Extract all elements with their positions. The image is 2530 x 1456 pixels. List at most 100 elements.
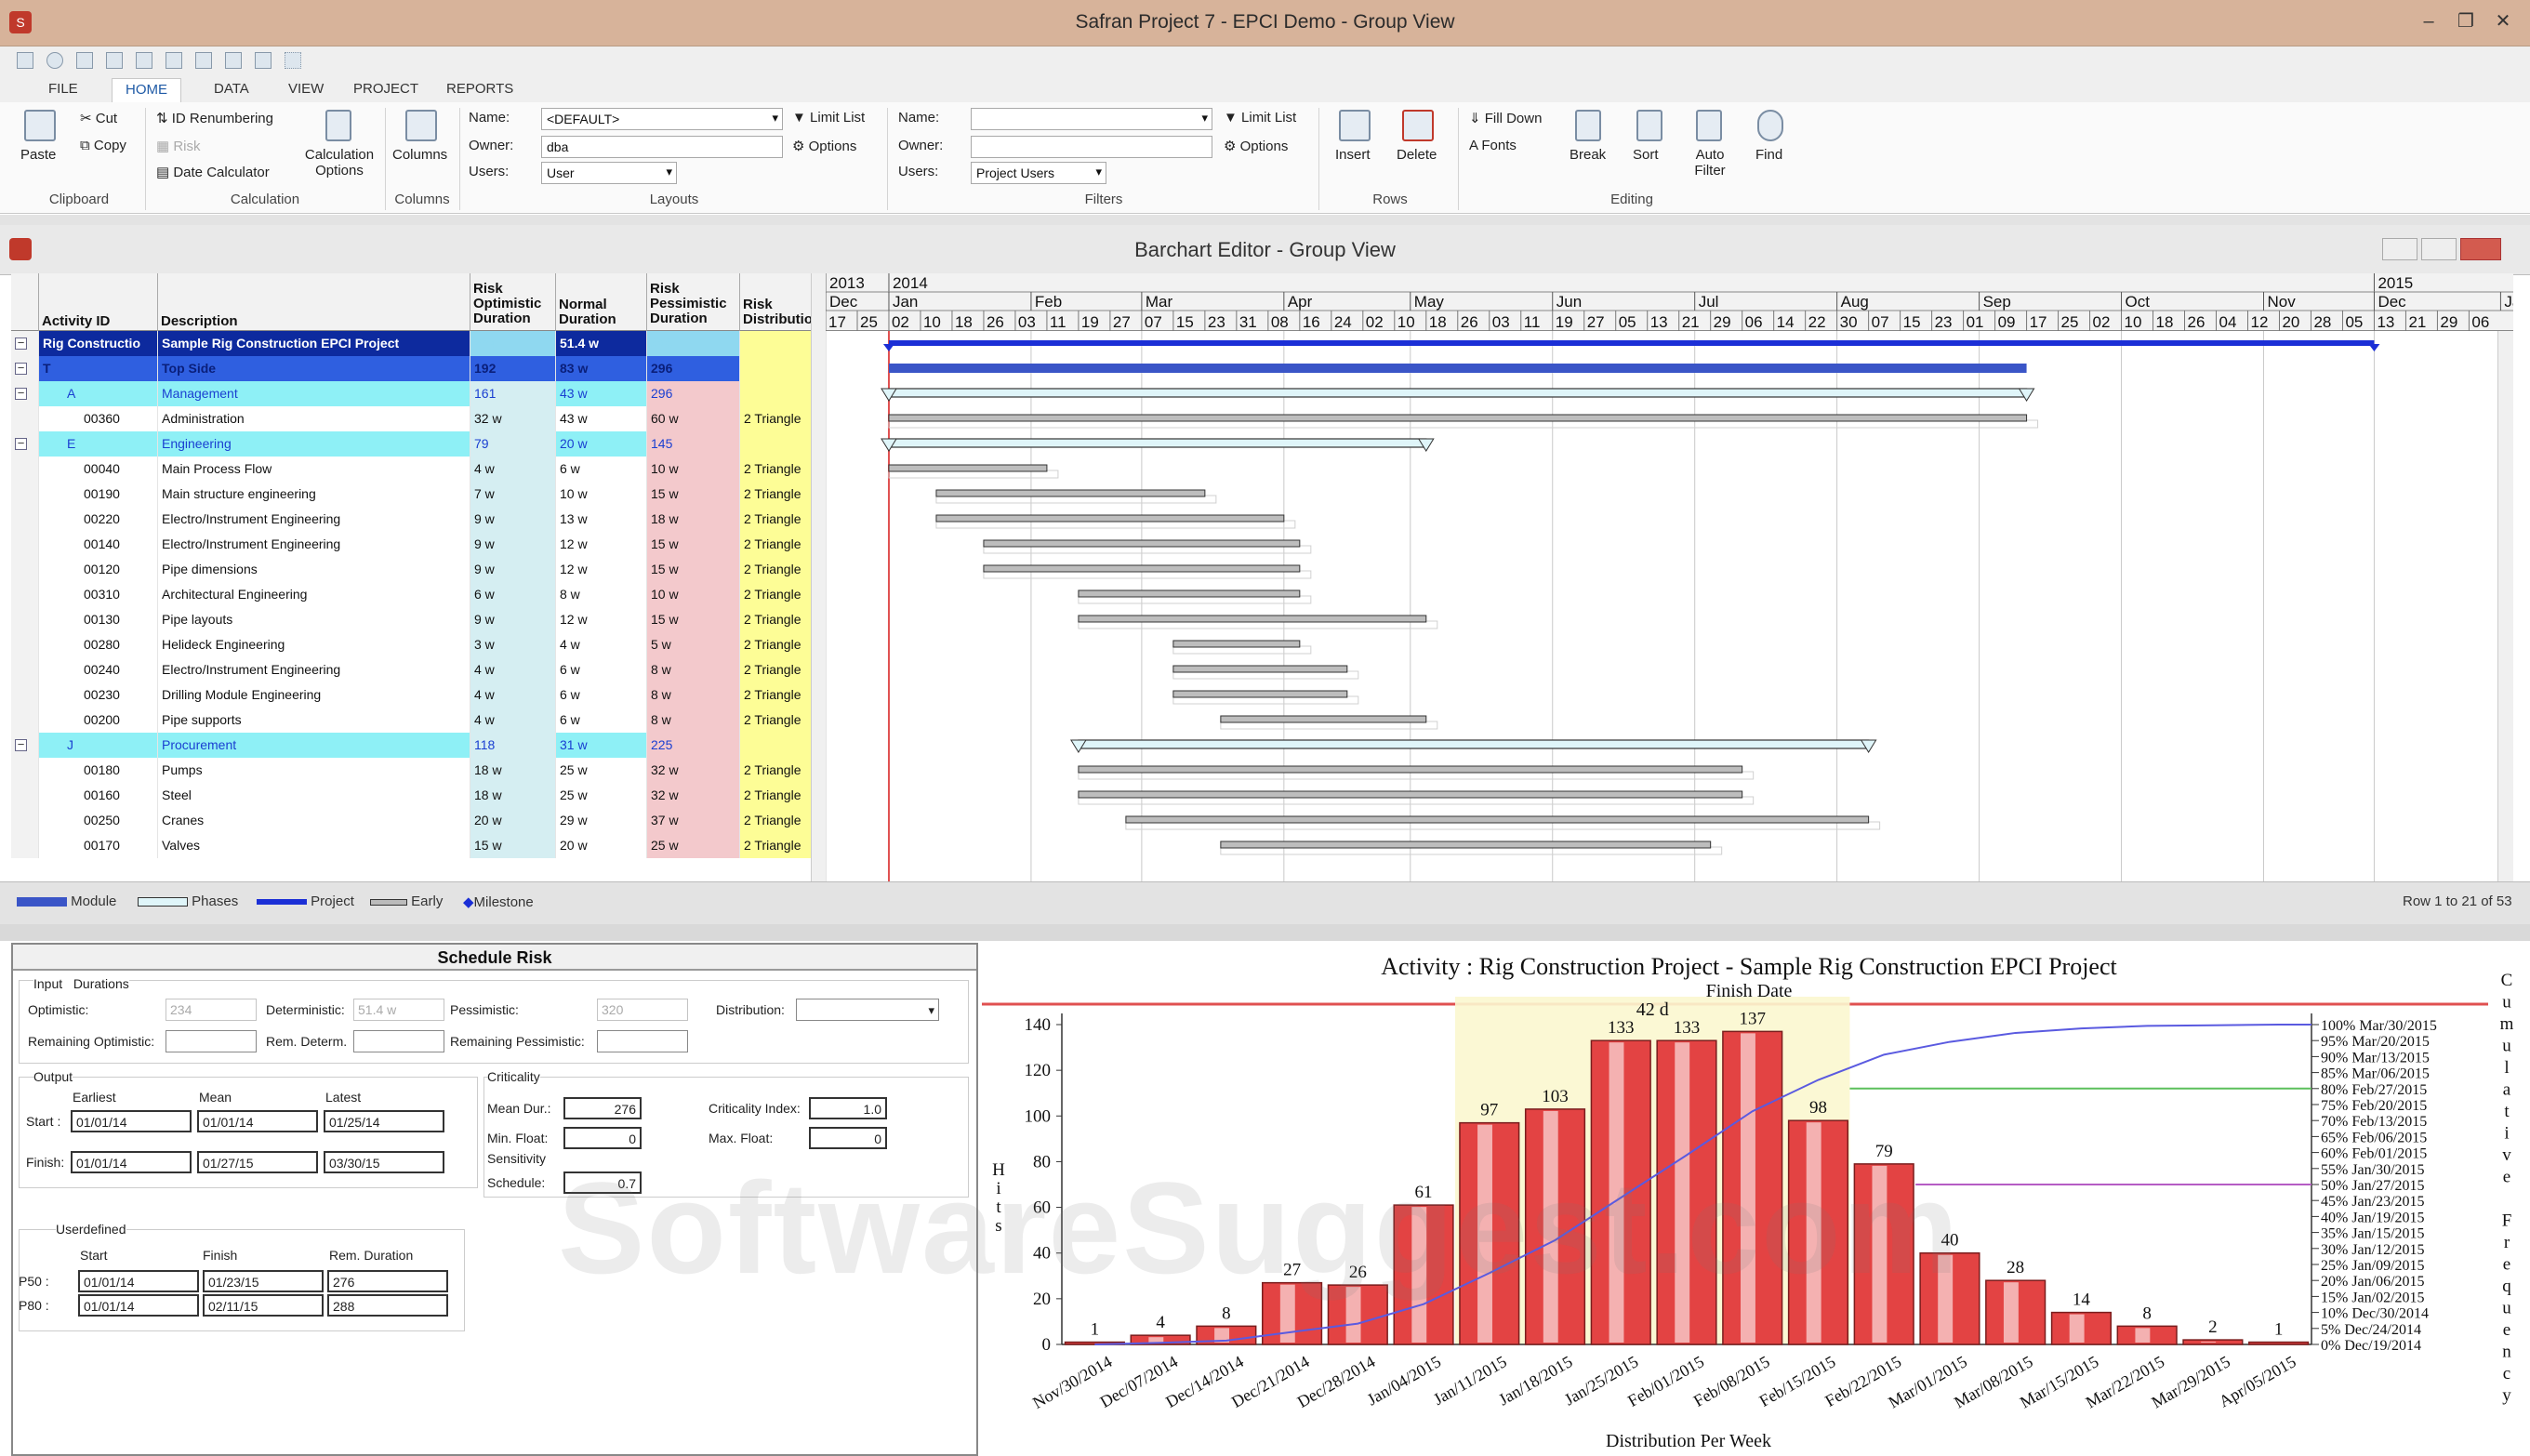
cell-desc[interactable]: Pipe supports xyxy=(158,708,470,733)
cell-id[interactable]: 00280 xyxy=(39,632,158,657)
cell-norm[interactable]: 12 w xyxy=(556,557,647,582)
filter-icon[interactable] xyxy=(225,52,242,69)
layout-options-button[interactable]: ⚙ Options xyxy=(792,138,856,154)
table-row[interactable]: − Rig Constructio Sample Rig Construction … xyxy=(11,331,826,356)
table-row[interactable]: 00120 Pipe dimensions 9 w 12 w 15 w2 Triangl… xyxy=(11,557,826,582)
table-row[interactable]: − T Top Side 192 83 w 296 xyxy=(11,356,826,381)
layout-name-select[interactable]: <DEFAULT> xyxy=(541,108,783,130)
table-row[interactable]: 00170 Valves 15 w 20 w 25 w2 Triangle xyxy=(11,833,826,858)
cell-pess[interactable]: 15 w xyxy=(647,607,740,632)
open-icon[interactable] xyxy=(106,52,123,69)
cell-norm[interactable]: 43 w xyxy=(556,381,647,406)
table-row[interactable]: 00200 Pipe supports 4 w6 w8 w2 Triangle xyxy=(11,708,826,733)
cell-desc[interactable]: Pipe dimensions xyxy=(158,557,470,582)
cell-opt[interactable]: 9 w xyxy=(470,557,556,582)
cell-desc[interactable]: Electro/Instrument Engineering xyxy=(158,657,470,682)
cell-id[interactable]: 00180 xyxy=(39,758,158,783)
save-icon[interactable] xyxy=(17,52,33,69)
cell-id[interactable]: 00130 xyxy=(39,607,158,632)
cell-desc[interactable]: Electro/Instrument Engineering xyxy=(158,532,470,557)
cell-opt[interactable]: 20 w xyxy=(470,808,556,833)
table-row[interactable]: 00360 Administration 32 w 43 w 60 w2 Triangl… xyxy=(11,406,826,431)
customize-icon[interactable] xyxy=(255,52,272,69)
grid-scrollbar[interactable] xyxy=(811,273,826,881)
insert-button[interactable]: Insert xyxy=(1335,147,1371,163)
cell-id[interactable]: 00360 xyxy=(39,406,158,431)
row-selector[interactable] xyxy=(11,708,39,733)
row-selector[interactable]: − xyxy=(11,331,39,356)
undo-icon[interactable] xyxy=(46,52,63,69)
p80-start-field[interactable]: 01/01/14 xyxy=(78,1294,199,1317)
cell-norm[interactable]: 25 w xyxy=(556,758,647,783)
risk-button[interactable]: ▦ Risk xyxy=(156,138,201,154)
min-float-field[interactable]: 0 xyxy=(563,1127,642,1149)
cell-norm[interactable]: 6 w xyxy=(556,682,647,708)
cell-pess[interactable]: 32 w xyxy=(647,783,740,808)
cell-id[interactable]: E xyxy=(39,431,158,457)
tab-home[interactable]: HOME xyxy=(112,78,181,102)
cell-pess[interactable]: 18 w xyxy=(647,507,740,532)
row-selector[interactable] xyxy=(11,783,39,808)
max-float-field[interactable]: 0 xyxy=(809,1127,887,1149)
cell-pess[interactable]: 8 w xyxy=(647,708,740,733)
gantt-svg[interactable] xyxy=(826,331,2513,881)
find-icon[interactable] xyxy=(1757,110,1783,141)
auto-filter-icon[interactable] xyxy=(1696,110,1722,141)
table-row[interactable]: − E Engineering 79 20 w 145 xyxy=(11,431,826,457)
cell-desc[interactable]: Top Side xyxy=(158,356,470,381)
tab-view[interactable]: VIEW xyxy=(275,78,337,102)
row-selector[interactable] xyxy=(11,582,39,607)
cell-desc[interactable]: Electro/Instrument Engineering xyxy=(158,507,470,532)
start-earliest-field[interactable]: 01/01/14 xyxy=(71,1110,192,1132)
cell-opt[interactable]: 4 w xyxy=(470,657,556,682)
cell-desc[interactable]: Cranes xyxy=(158,808,470,833)
copy-button[interactable]: ⧉ Copy xyxy=(80,138,126,153)
row-selector[interactable]: − xyxy=(11,356,39,381)
deterministic-field[interactable]: 51.4 w xyxy=(353,999,444,1021)
finish-earliest-field[interactable]: 01/01/14 xyxy=(71,1151,192,1173)
collapse-icon[interactable]: − xyxy=(15,437,27,450)
cell-desc[interactable]: Drilling Module Engineering xyxy=(158,682,470,708)
column-header-description[interactable]: Description xyxy=(158,273,470,331)
layout-users-select[interactable]: User xyxy=(541,162,677,184)
cell-pess[interactable]: 25 w xyxy=(647,833,740,858)
table-row[interactable]: − J Procurement 118 31 w 225 xyxy=(11,733,826,758)
row-selector[interactable] xyxy=(11,657,39,682)
cell-norm[interactable]: 10 w xyxy=(556,482,647,507)
table-row[interactable]: 00190 Main structure engineering 7 w 10 w 15… xyxy=(11,482,826,507)
cell-pess[interactable]: 60 w xyxy=(647,406,740,431)
table-row[interactable]: 00130 Pipe layouts 9 w 12 w 15 w2 Triangle xyxy=(11,607,826,632)
delete-button[interactable]: Delete xyxy=(1397,147,1437,163)
new-icon[interactable] xyxy=(76,52,93,69)
cell-desc[interactable]: Steel xyxy=(158,783,470,808)
tab-file[interactable]: FILE xyxy=(35,78,91,102)
calculation-options-icon[interactable] xyxy=(325,110,351,141)
cell-opt[interactable]: 18 w xyxy=(470,758,556,783)
cell-id[interactable]: A xyxy=(39,381,158,406)
pessimistic-field[interactable]: 320 xyxy=(597,999,688,1021)
print-icon[interactable] xyxy=(136,52,152,69)
cell-desc[interactable]: Valves xyxy=(158,833,470,858)
delete-row-icon[interactable] xyxy=(1402,110,1434,141)
filter-options-button[interactable]: ⚙ Options xyxy=(1224,138,1288,154)
row-selector[interactable] xyxy=(11,682,39,708)
row-selector[interactable] xyxy=(11,507,39,532)
insert-row-icon[interactable] xyxy=(1339,110,1371,141)
break-button[interactable]: Break xyxy=(1570,147,1606,163)
cell-opt[interactable]: 118 xyxy=(470,733,556,758)
cell-desc[interactable]: Engineering xyxy=(158,431,470,457)
layout-owner-field[interactable]: dba xyxy=(541,136,783,158)
cell-norm[interactable]: 6 w xyxy=(556,657,647,682)
select-icon[interactable] xyxy=(285,52,301,69)
table-row[interactable]: 00240 Electro/Instrument Engineering 4 w6 … xyxy=(11,657,826,682)
p80-finish-field[interactable]: 02/11/15 xyxy=(203,1294,324,1317)
cell-opt[interactable]: 192 xyxy=(470,356,556,381)
table-row[interactable]: 00180 Pumps 18 w 25 w 32 w2 Triangle xyxy=(11,758,826,783)
cell-opt[interactable]: 9 w xyxy=(470,532,556,557)
paste-button[interactable]: Paste xyxy=(20,147,56,163)
cell-pess[interactable]: 10 w xyxy=(647,582,740,607)
cell-pess[interactable]: 15 w xyxy=(647,532,740,557)
calculation-options-button[interactable]: Calculation Options xyxy=(299,147,379,179)
p80-rem-field[interactable]: 288 xyxy=(327,1294,448,1317)
fill-down-button[interactable]: ⇓ Fill Down xyxy=(1469,110,1542,126)
